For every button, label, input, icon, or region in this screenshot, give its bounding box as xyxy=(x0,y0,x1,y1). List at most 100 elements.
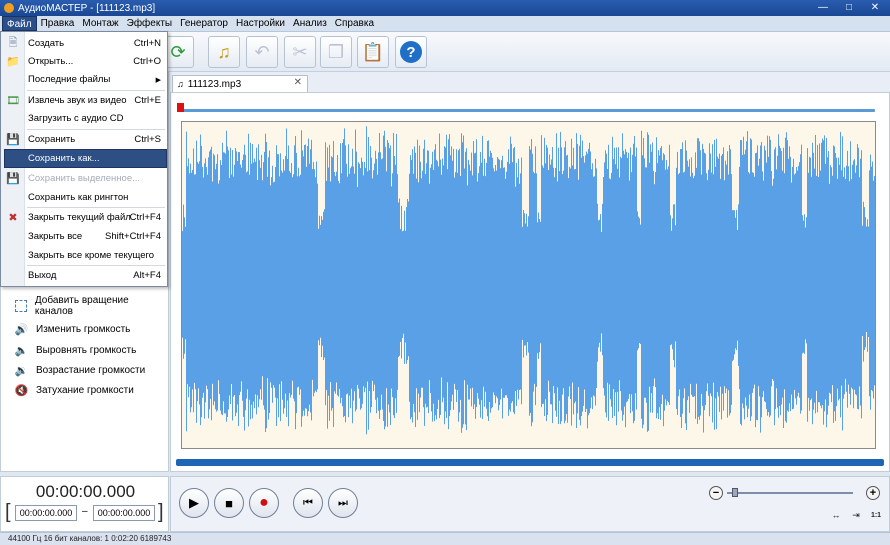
paste-icon: 📋 xyxy=(361,41,385,62)
audio-file-button[interactable]: ♫ xyxy=(208,36,240,68)
timeline-ruler[interactable] xyxy=(179,109,875,112)
plus-icon: + xyxy=(869,487,877,499)
waveform-graphic xyxy=(182,126,875,435)
close-file-icon: ✖ xyxy=(8,212,18,224)
stop-button[interactable]: ■ xyxy=(214,488,244,518)
folder-icon: 📁 xyxy=(6,56,20,68)
scissors-icon: ✂ xyxy=(292,41,308,62)
undo-button[interactable]: ↶ xyxy=(246,36,278,68)
rotate-channels-icon xyxy=(15,300,27,312)
right-bracket: ] xyxy=(158,501,164,523)
zoom-selection-icon: ⇥ xyxy=(852,509,860,520)
zoom-selection-button[interactable]: ⇥ xyxy=(848,508,864,522)
forward-button[interactable]: ⏭ xyxy=(328,488,358,518)
menu-montage[interactable]: Монтаж xyxy=(78,16,122,31)
effect-fade-in[interactable]: 🔉 Возрастание громкости xyxy=(14,364,146,377)
menu-item-save-selection[interactable]: 💾 Сохранить выделенное... xyxy=(2,169,167,188)
audio-file-icon: ♫ xyxy=(217,41,231,62)
video-extract-icon: 🎞 xyxy=(6,95,20,107)
zoom-in-button[interactable]: + xyxy=(866,486,880,500)
save-selection-icon: 💾 xyxy=(6,173,20,185)
tab-label: 111123.mp3 xyxy=(187,78,242,90)
new-file-icon: 🗎 xyxy=(8,37,18,49)
menu-bar: Файл Правка Монтаж Эффекты Генератор Нас… xyxy=(0,16,890,32)
copy-icon: ❐ xyxy=(327,41,345,62)
fit-width-icon: ↔ xyxy=(831,510,841,520)
effect-normalize-volume[interactable]: 🔈 Выровнять громкость xyxy=(14,344,137,357)
waveform-path xyxy=(182,126,875,435)
record-icon: ● xyxy=(259,494,269,511)
zoom-1to1-button[interactable]: 1:1 xyxy=(868,508,884,522)
menu-item-load-cd[interactable]: Загрузить с аудио CD xyxy=(2,109,167,128)
menu-item-save-as[interactable]: Сохранить как... xyxy=(4,149,167,168)
paste-button[interactable]: 📋 xyxy=(357,36,389,68)
cut-button[interactable]: ✂ xyxy=(284,36,316,68)
fade-in-icon: 🔉 xyxy=(14,365,29,377)
selection-start-field[interactable]: 00:00:00.000 xyxy=(15,505,77,521)
title-bar: АудиоМАСТЕР - [111123.mp3] — □ ✕ xyxy=(0,0,890,16)
menu-item-exit[interactable]: Выход Alt+F4 xyxy=(2,266,167,285)
horizontal-scrollbar[interactable] xyxy=(176,459,884,466)
menu-item-recent[interactable]: Последние файлы ▶ xyxy=(2,70,167,89)
rewind-button[interactable]: ⏮ xyxy=(293,488,323,518)
help-icon: ? xyxy=(400,41,422,63)
window-controls: — □ ✕ xyxy=(812,1,886,14)
stop-icon: ■ xyxy=(225,495,233,511)
menu-analysis[interactable]: Анализ xyxy=(289,16,331,31)
file-menu-dropdown: 🗎 Создать Ctrl+N 📁 Открыть... Ctrl+O Пос… xyxy=(0,31,168,287)
effect-rotate-channels[interactable]: Добавить вращение каналов xyxy=(15,295,168,317)
effect-change-volume[interactable]: 🔊 Изменить громкость xyxy=(14,323,131,336)
playhead-marker[interactable] xyxy=(177,103,184,112)
play-icon: ▶ xyxy=(189,495,199,510)
refresh-icon: ⟳ xyxy=(170,41,186,62)
status-bar: 44100 Гц 16 бит каналов: 1 0:02:20 61897… xyxy=(0,532,890,545)
help-button[interactable]: ? xyxy=(395,36,427,68)
menu-help[interactable]: Справка xyxy=(331,16,378,31)
one-to-one-icon: 1:1 xyxy=(870,511,882,519)
record-button[interactable]: ● xyxy=(249,488,279,518)
skip-back-icon: ⏮ xyxy=(303,496,313,509)
menu-file[interactable]: Файл xyxy=(2,16,37,31)
menu-item-open[interactable]: 📁 Открыть... Ctrl+O xyxy=(2,52,167,71)
selection-end-field[interactable]: 00:00:00.000 xyxy=(93,505,155,521)
waveform-editor xyxy=(170,92,890,472)
app-logo-icon xyxy=(4,3,14,13)
menu-settings[interactable]: Настройки xyxy=(232,16,289,31)
undo-icon: ↶ xyxy=(254,41,270,62)
menu-item-save[interactable]: 💾 Сохранить Ctrl+S xyxy=(2,130,167,149)
transport-bar: ▶ ■ ● ⏮ ⏭ − + ↔ ⇥ 1:1 xyxy=(170,476,890,532)
volume-change-icon: 🔊 xyxy=(14,324,29,336)
tab-file[interactable]: ♫ 111123.mp3 ✕ xyxy=(172,75,308,92)
volume-normalize-icon: 🔈 xyxy=(14,345,29,357)
menu-item-save-ringtone[interactable]: Сохранить как рингтон xyxy=(2,188,167,207)
window-title: АудиоМАСТЕР - [111123.mp3] xyxy=(18,2,156,14)
play-button[interactable]: ▶ xyxy=(179,488,209,518)
waveform-area[interactable] xyxy=(181,121,876,449)
fade-out-icon: 🔇 xyxy=(14,385,29,397)
submenu-arrow-icon: ▶ xyxy=(155,76,161,84)
menu-effects[interactable]: Эффекты xyxy=(123,16,176,31)
effect-fade-out[interactable]: 🔇 Затухание громкости xyxy=(15,384,134,397)
current-time: 00:00:00.000 xyxy=(35,482,136,501)
minus-icon: − xyxy=(712,487,720,499)
skip-forward-icon: ⏭ xyxy=(338,496,348,509)
menu-edit[interactable]: Правка xyxy=(37,16,79,31)
tab-close-icon[interactable]: ✕ xyxy=(294,77,302,88)
time-display: 00:00:00.000 [ 00:00:00.000 – 00:00:00.0… xyxy=(0,476,169,532)
maximize-icon[interactable]: □ xyxy=(838,1,860,14)
close-icon[interactable]: ✕ xyxy=(864,1,886,14)
zoom-slider-thumb[interactable] xyxy=(732,488,738,497)
copy-button[interactable]: ❐ xyxy=(320,36,352,68)
menu-generator[interactable]: Генератор xyxy=(176,16,232,31)
minimize-icon[interactable]: — xyxy=(812,1,834,14)
menu-item-close-others[interactable]: Закрыть все кроме текущего xyxy=(2,246,167,265)
menu-item-extract-video[interactable]: 🎞 Извлечь звук из видео Ctrl+E xyxy=(2,91,167,110)
file-tabs: ♫ 111123.mp3 ✕ xyxy=(170,72,890,92)
zoom-slider-track[interactable] xyxy=(727,492,853,494)
menu-item-new[interactable]: 🗎 Создать Ctrl+N xyxy=(2,34,167,53)
menu-item-close-all[interactable]: Закрыть все Shift+Ctrl+F4 xyxy=(2,227,167,246)
menu-item-close-current[interactable]: ✖ Закрыть текущий файл Ctrl+F4 xyxy=(2,208,167,227)
file-tab-icon: ♫ xyxy=(177,79,184,89)
zoom-out-button[interactable]: − xyxy=(709,486,723,500)
fit-width-button[interactable]: ↔ xyxy=(828,508,844,522)
